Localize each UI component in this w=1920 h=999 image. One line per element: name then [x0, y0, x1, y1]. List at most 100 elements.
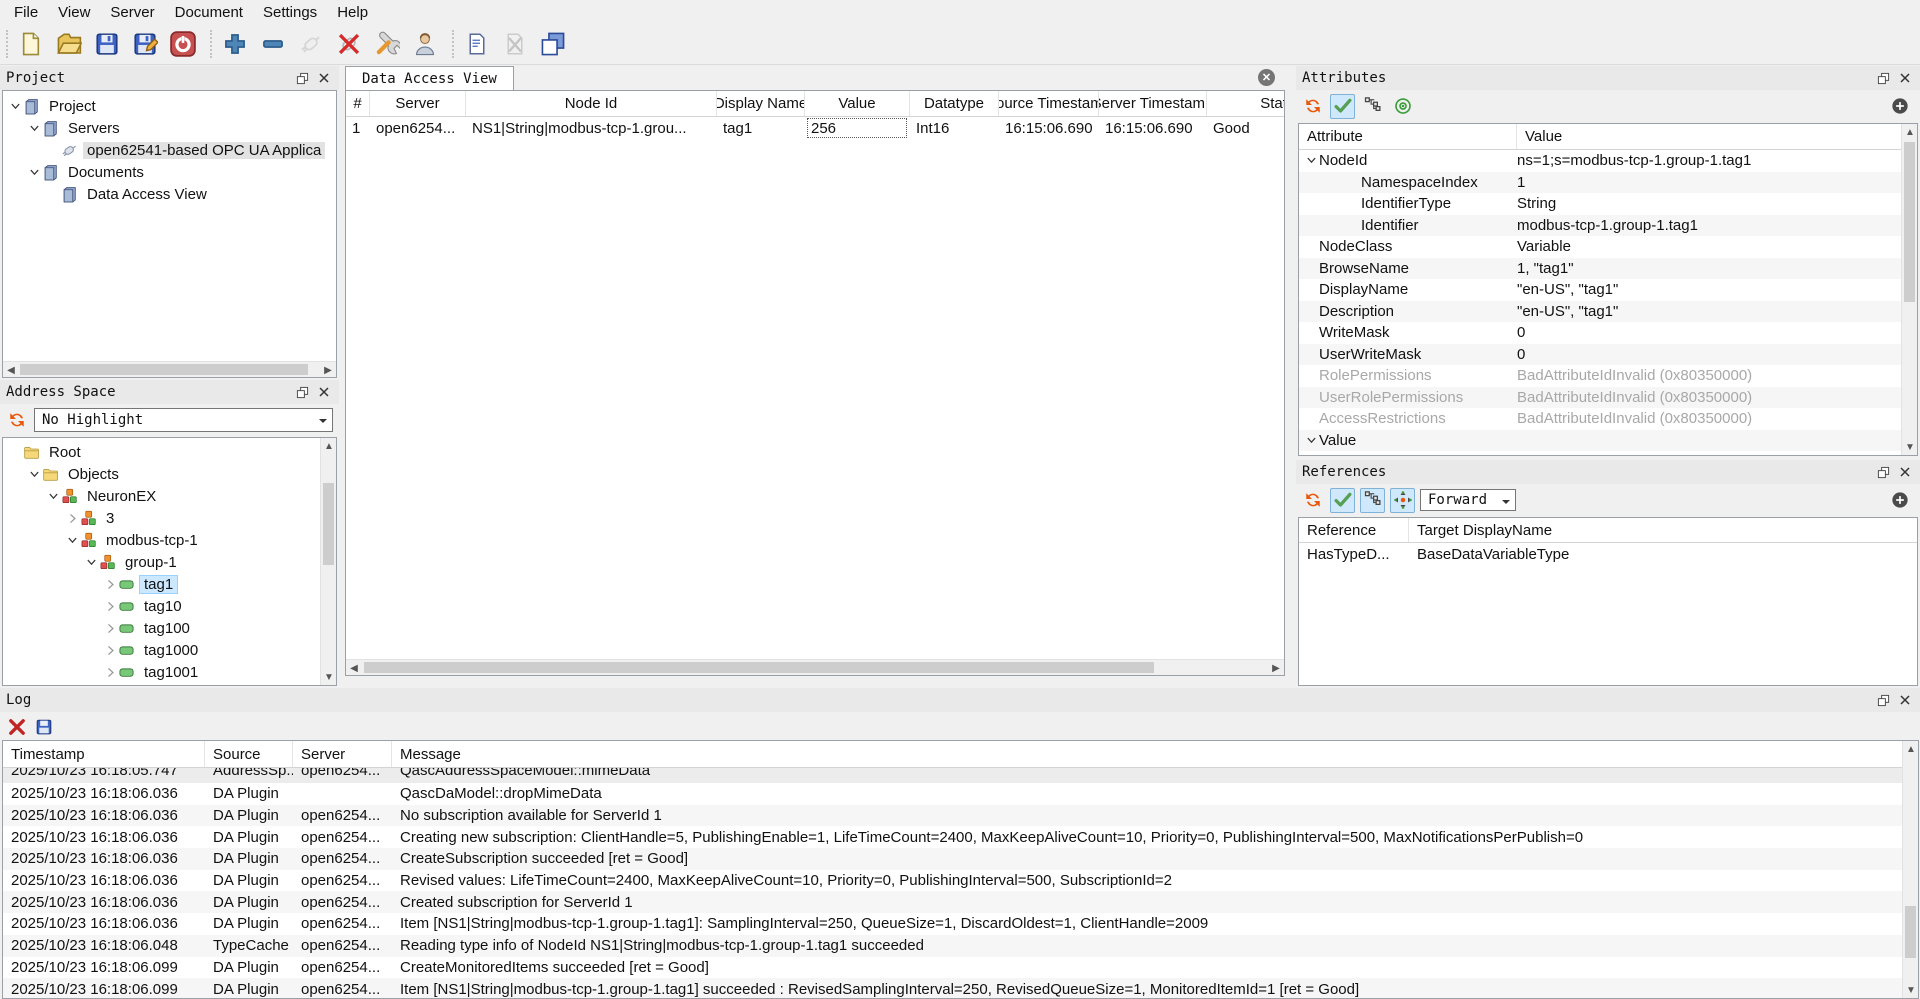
attribute-row-browsename[interactable]: BrowseName 1, "tag1"	[1299, 258, 1917, 280]
tree-item-3[interactable]: 3	[3, 507, 336, 529]
refresh-icon[interactable]	[4, 408, 29, 433]
add-server-button[interactable]	[220, 29, 250, 59]
follow-selection-button[interactable]	[1390, 488, 1415, 513]
panel-menu-button[interactable]	[1887, 488, 1912, 513]
column-header-server[interactable]: Server	[293, 741, 392, 767]
float-panel-button[interactable]	[293, 384, 311, 400]
column-header-datatype[interactable]: Datatype	[910, 91, 999, 116]
attribute-row-rolepermissions[interactable]: RolePermissions BadAttributeIdInvalid (0…	[1299, 365, 1917, 387]
menu-help[interactable]: Help	[327, 3, 378, 22]
tree-item-modbus-tcp-1[interactable]: modbus-tcp-1	[3, 529, 336, 551]
tree-item-tag10[interactable]: tag10	[3, 595, 336, 617]
change-user-button[interactable]	[410, 29, 440, 59]
disconnect-server-button[interactable]	[334, 29, 364, 59]
tree-item-data-access-view[interactable]: Data Access View	[3, 183, 336, 205]
attribute-row-userrolepermissions[interactable]: UserRolePermissions BadAttributeIdInvali…	[1299, 387, 1917, 409]
tree-item-tag1000[interactable]: tag1000	[3, 639, 336, 661]
tree-item-root[interactable]: Root	[3, 441, 336, 463]
expander-icon[interactable]	[83, 554, 99, 570]
tree-item-neuronex[interactable]: NeuronEX	[3, 485, 336, 507]
attribute-row-displayname[interactable]: DisplayName "en-US", "tag1"	[1299, 279, 1917, 301]
float-panel-button[interactable]	[1874, 692, 1892, 708]
attribute-row-identifier[interactable]: Identifier modbus-tcp-1.group-1.tag1	[1299, 215, 1917, 237]
tree-item-tag1001[interactable]: tag1001	[3, 661, 336, 683]
log-row[interactable]: 2025/10/23 16:18:06.036DA Pluginopen6254…	[3, 891, 1918, 913]
tab-data-access-view[interactable]: Data Access View	[345, 66, 514, 90]
address-space-vertical-scrollbar[interactable]: ▲ ▼	[320, 438, 336, 685]
log-row[interactable]: 2025/10/23 16:18:06.036DA PluginQascDaMo…	[3, 783, 1918, 805]
direction-dropdown[interactable]: Forward	[1420, 489, 1516, 511]
column-header[interactable]: Reference	[1299, 518, 1409, 542]
clear-log-icon[interactable]	[6, 716, 28, 738]
tree-item-tag1[interactable]: tag1	[3, 573, 336, 595]
column-header-source-timestamp[interactable]: Source Timestamp	[999, 91, 1099, 116]
dav-row[interactable]: 1open6254...NS1|String|modbus-tcp-1.grou…	[346, 117, 1284, 139]
expander-icon[interactable]	[1303, 154, 1319, 167]
close-tab-icon[interactable]: ✕	[1258, 69, 1275, 86]
expander-icon[interactable]	[45, 488, 61, 504]
expander-icon[interactable]	[102, 620, 118, 636]
dav-horizontal-scrollbar[interactable]: ◀ ▶	[346, 659, 1284, 675]
attribute-row-value[interactable]: Value	[1299, 430, 1917, 452]
expander-icon[interactable]	[26, 466, 42, 482]
menu-server[interactable]: Server	[100, 3, 164, 22]
attribute-row-nodeclass[interactable]: NodeClass Variable	[1299, 236, 1917, 258]
attributes-vertical-scrollbar[interactable]: ▲ ▼	[1901, 124, 1917, 455]
track-selection-button[interactable]	[1390, 94, 1415, 119]
log-row[interactable]: 2025/10/23 16:18:06.036DA Pluginopen6254…	[3, 870, 1918, 892]
close-panel-button[interactable]	[1896, 692, 1914, 708]
log-row[interactable]: 2025/10/23 16:18:06.036DA Pluginopen6254…	[3, 848, 1918, 870]
column-header[interactable]: Value	[1517, 124, 1917, 149]
log-row[interactable]: 2025/10/23 16:18:06.036DA Pluginopen6254…	[3, 826, 1918, 848]
project-horizontal-scrollbar[interactable]: ◀ ▶	[3, 361, 336, 377]
toolbar-handle[interactable]	[452, 30, 458, 58]
column-header-display-name[interactable]: Display Name	[717, 91, 805, 116]
attribute-row-namespaceindex[interactable]: NamespaceIndex 1	[1299, 172, 1917, 194]
expander-icon[interactable]	[26, 164, 42, 180]
menu-view[interactable]: View	[48, 3, 100, 22]
expander-icon[interactable]	[102, 576, 118, 592]
log-row[interactable]: 2025/10/23 16:18:06.036DA Pluginopen6254…	[3, 805, 1918, 827]
tree-item-servers[interactable]: Servers	[3, 117, 336, 139]
value-cell[interactable]: 256	[807, 118, 907, 138]
attribute-row-accessrestrictions[interactable]: AccessRestrictions BadAttributeIdInvalid…	[1299, 408, 1917, 430]
close-panel-button[interactable]	[1896, 464, 1914, 480]
column-header-server-timestamp[interactable]: Server Timestamp	[1099, 91, 1207, 116]
log-row[interactable]: 2025/10/23 16:18:06.099DA Pluginopen6254…	[3, 978, 1918, 999]
tree-item-objects[interactable]: Objects	[3, 463, 336, 485]
float-panel-button[interactable]	[1874, 464, 1892, 480]
float-panel-button[interactable]	[1874, 70, 1892, 86]
expander-icon[interactable]	[26, 120, 42, 136]
menu-settings[interactable]: Settings	[253, 3, 327, 22]
new-document-button[interactable]	[16, 29, 46, 59]
save-log-icon[interactable]	[33, 716, 55, 738]
expander-icon[interactable]	[64, 510, 80, 526]
float-panel-button[interactable]	[293, 70, 311, 86]
connect-server-button[interactable]	[296, 29, 326, 59]
remove-server-button[interactable]	[258, 29, 288, 59]
column-header-node-id[interactable]: Node Id	[466, 91, 717, 116]
refresh-references-button[interactable]	[1300, 488, 1325, 513]
highlight-dropdown[interactable]: No Highlight	[34, 408, 333, 432]
server-properties-button[interactable]	[372, 29, 402, 59]
column-header[interactable]: Target DisplayName	[1409, 518, 1917, 542]
toolbar-handle[interactable]	[210, 30, 216, 58]
attribute-row-identifiertype[interactable]: IdentifierType String	[1299, 193, 1917, 215]
expander-icon[interactable]	[64, 532, 80, 548]
attribute-row-writemask[interactable]: WriteMask 0	[1299, 322, 1917, 344]
tree-item-group-1[interactable]: group-1	[3, 551, 336, 573]
log-row[interactable]: 2025/10/23 16:18:06.099DA Pluginopen6254…	[3, 957, 1918, 979]
panel-menu-button[interactable]	[1887, 94, 1912, 119]
remove-document-button[interactable]	[500, 29, 530, 59]
column-header-server[interactable]: Server	[370, 91, 466, 116]
open-project-button[interactable]	[54, 29, 84, 59]
refresh-attributes-button[interactable]	[1300, 94, 1325, 119]
toolbar-handle[interactable]	[6, 30, 12, 58]
expand-hierarchy-button[interactable]	[1360, 94, 1385, 119]
log-row[interactable]: 2025/10/23 16:18:06.036DA Pluginopen6254…	[3, 913, 1918, 935]
tree-item-tag100[interactable]: tag100	[3, 617, 336, 639]
column-header-source[interactable]: Source	[205, 741, 293, 767]
log-row[interactable]: 2025/10/23 16:18:06.048TypeCacheopen6254…	[3, 935, 1918, 957]
log-vertical-scrollbar[interactable]: ▲ ▼	[1902, 741, 1918, 998]
attribute-row-nodeid[interactable]: NodeId ns=1;s=modbus-tcp-1.group-1.tag1	[1299, 150, 1917, 172]
